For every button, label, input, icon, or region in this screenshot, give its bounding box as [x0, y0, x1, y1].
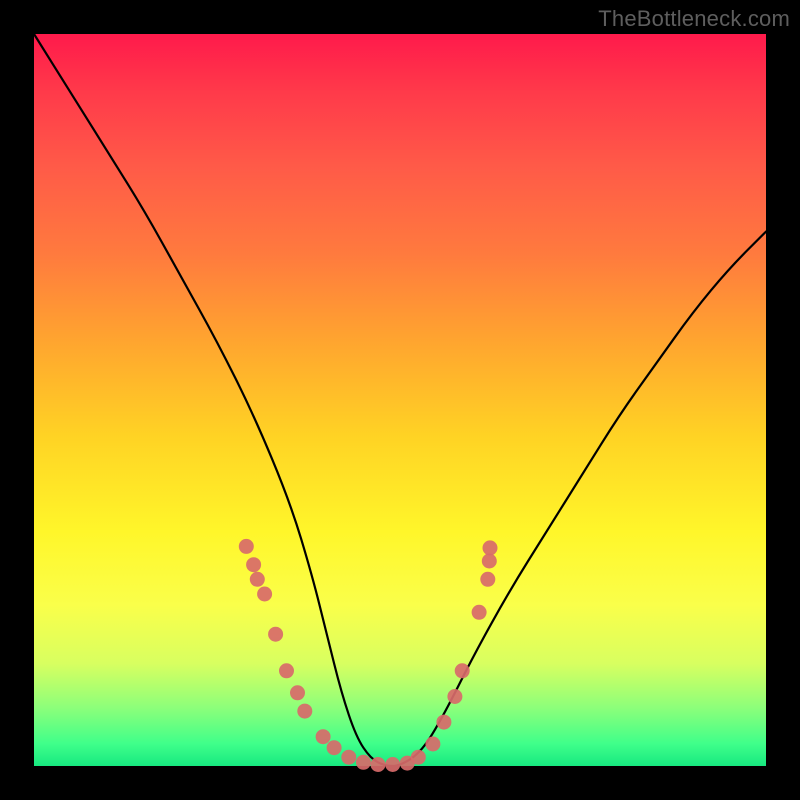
- data-point: [341, 750, 356, 765]
- bottleneck-curve: [34, 34, 766, 766]
- data-point: [483, 540, 498, 555]
- data-point: [411, 750, 426, 765]
- data-point: [268, 627, 283, 642]
- data-point: [425, 737, 440, 752]
- data-point: [239, 539, 254, 554]
- data-point: [447, 689, 462, 704]
- chart-svg: [34, 34, 766, 766]
- data-point: [472, 605, 487, 620]
- data-point: [246, 557, 261, 572]
- data-point: [371, 757, 386, 772]
- watermark-text: TheBottleneck.com: [598, 6, 790, 32]
- data-point: [480, 572, 495, 587]
- chart-frame: TheBottleneck.com: [0, 0, 800, 800]
- data-point: [279, 663, 294, 678]
- data-point: [436, 715, 451, 730]
- data-point: [327, 740, 342, 755]
- data-point: [385, 757, 400, 772]
- data-point: [316, 729, 331, 744]
- data-point: [250, 572, 265, 587]
- data-points-group: [239, 539, 498, 772]
- data-point: [297, 704, 312, 719]
- plot-area: [34, 34, 766, 766]
- data-point: [257, 587, 272, 602]
- data-point: [482, 554, 497, 569]
- data-point: [455, 663, 470, 678]
- data-point: [290, 685, 305, 700]
- data-point: [356, 755, 371, 770]
